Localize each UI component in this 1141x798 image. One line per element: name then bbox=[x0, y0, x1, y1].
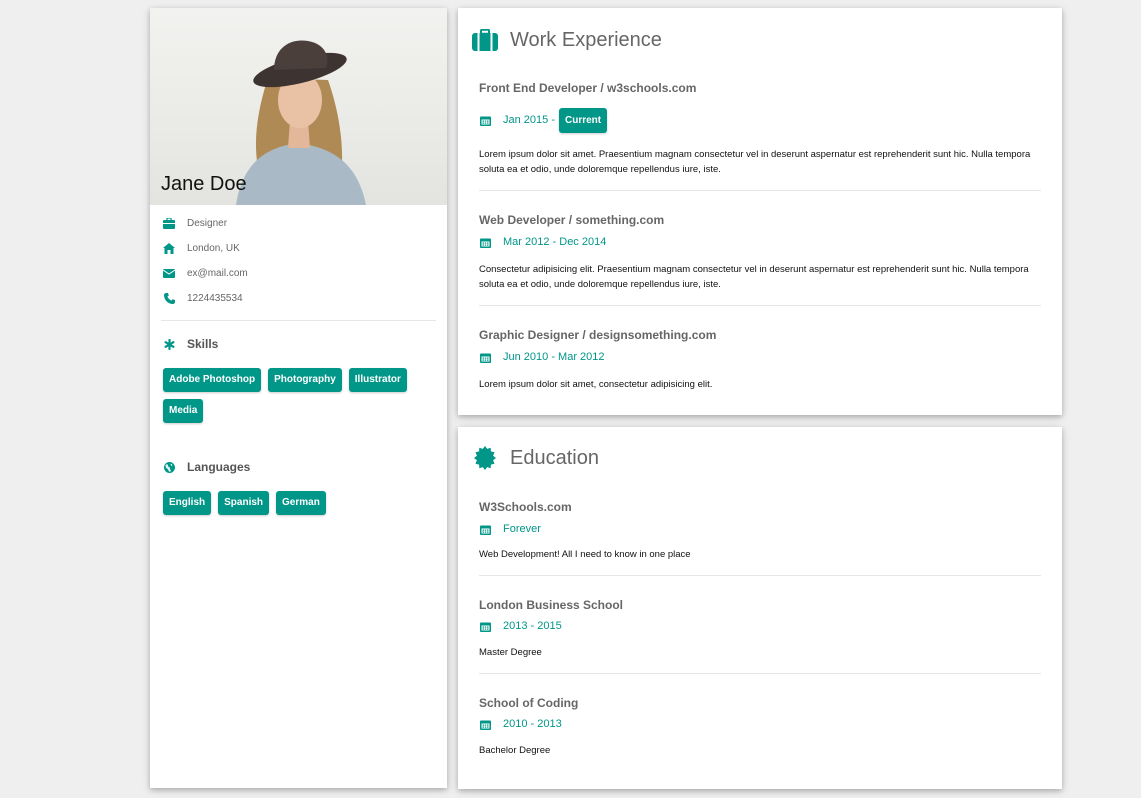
skill-tag: Adobe Photoshop bbox=[163, 368, 262, 392]
work-entry: Web Developer / something.com Mar 2012 -… bbox=[479, 213, 1041, 306]
calendar-icon bbox=[479, 523, 491, 535]
globe-icon bbox=[163, 461, 175, 473]
work-experience-card: Work Experience Front End Developer / w3… bbox=[458, 8, 1062, 415]
entry-divider bbox=[479, 673, 1041, 674]
entry-description: Bachelor Degree bbox=[479, 745, 551, 756]
calendar-icon bbox=[479, 236, 491, 248]
entry-date: Jan 2015 - Current bbox=[479, 107, 1041, 133]
languages-heading: Languages bbox=[150, 458, 447, 476]
info-phone-text: 1224435534 bbox=[187, 293, 243, 304]
entry-title: London Business School bbox=[479, 598, 624, 612]
entry-title: Front End Developer / w3schools.com bbox=[479, 81, 697, 95]
info-email: ex@mail.com bbox=[150, 261, 447, 286]
info-job: Designer bbox=[150, 211, 447, 236]
briefcase-icon bbox=[163, 218, 175, 230]
profile-divider bbox=[161, 320, 436, 321]
entry-date-text: Jan 2015 - bbox=[503, 114, 555, 126]
entry-title: Graphic Designer / designsomething.com bbox=[479, 328, 717, 342]
entry-description: Consectetur adipisicing elit. Praesentiu… bbox=[479, 264, 1029, 290]
education-entry: London Business School 2013 - 2015 Maste… bbox=[479, 598, 1041, 674]
education-title: Education bbox=[510, 446, 599, 469]
profile-name: Jane Doe bbox=[161, 173, 247, 195]
entry-date: Mar 2012 - Dec 2014 bbox=[479, 236, 1041, 248]
profile-photo: Jane Doe bbox=[150, 8, 447, 205]
languages-tags: English Spanish German bbox=[150, 476, 447, 522]
entry-date-text: Mar 2012 - Dec 2014 bbox=[503, 236, 607, 248]
contact-info: Designer London, UK ex@mail.com 12244355… bbox=[150, 205, 447, 311]
home-icon bbox=[163, 243, 175, 255]
education-card: Education W3Schools.com Forever Web Deve… bbox=[458, 427, 1062, 789]
language-tag: German bbox=[276, 491, 326, 515]
calendar-icon bbox=[479, 718, 491, 730]
languages-label: Languages bbox=[187, 460, 251, 474]
education-entry: W3Schools.com Forever Web Development! A… bbox=[479, 500, 1041, 576]
calendar-icon bbox=[479, 114, 491, 126]
skill-tag: Illustrator bbox=[348, 368, 407, 392]
calendar-icon bbox=[479, 620, 491, 632]
education-heading: Education bbox=[471, 444, 599, 472]
skill-tag: Media bbox=[163, 399, 204, 423]
entry-date-text: Jun 2010 - Mar 2012 bbox=[503, 351, 605, 363]
work-title: Work Experience bbox=[510, 28, 662, 51]
education-entry: School of Coding 2010 - 2013 Bachelor De… bbox=[479, 696, 1041, 758]
envelope-icon bbox=[163, 268, 175, 280]
entry-description: Lorem ipsum dolor sit amet, consectetur … bbox=[479, 379, 713, 390]
entry-description: Lorem ipsum dolor sit amet. Praesentium … bbox=[479, 149, 1031, 175]
entry-divider bbox=[479, 305, 1041, 306]
entry-date: 2013 - 2015 bbox=[479, 620, 1041, 632]
calendar-icon bbox=[479, 351, 491, 363]
work-entries: Front End Developer / w3schools.com Jan … bbox=[479, 81, 1041, 392]
certificate-icon bbox=[471, 444, 499, 472]
info-job-text: Designer bbox=[187, 218, 228, 229]
entry-divider bbox=[479, 575, 1041, 576]
skills-label: Skills bbox=[187, 337, 219, 351]
info-location-text: London, UK bbox=[187, 243, 240, 254]
phone-icon bbox=[163, 293, 175, 305]
entry-title: W3Schools.com bbox=[479, 500, 572, 514]
current-badge: Current bbox=[558, 107, 608, 133]
profile-card: Jane Doe Designer London, UK ex@mail.com… bbox=[150, 8, 447, 788]
work-heading: Work Experience bbox=[471, 26, 662, 54]
entry-divider bbox=[479, 190, 1041, 191]
suitcase-icon bbox=[471, 26, 499, 54]
entry-date: 2010 - 2013 bbox=[479, 718, 1041, 730]
skill-tag: Photography bbox=[268, 368, 342, 392]
info-location: London, UK bbox=[150, 236, 447, 261]
entry-date-text: Forever bbox=[503, 523, 541, 535]
info-email-text: ex@mail.com bbox=[187, 268, 248, 279]
skills-tags: Adobe Photoshop Photography Illustrator … bbox=[150, 353, 447, 430]
entry-description: Web Development! All I need to know in o… bbox=[479, 549, 691, 560]
asterisk-icon bbox=[163, 338, 175, 350]
education-entries: W3Schools.com Forever Web Development! A… bbox=[479, 500, 1041, 758]
entry-title: School of Coding bbox=[479, 696, 579, 710]
info-phone: 1224435534 bbox=[150, 286, 447, 311]
language-tag: Spanish bbox=[218, 491, 270, 515]
entry-date: Jun 2010 - Mar 2012 bbox=[479, 351, 1041, 363]
work-entry: Graphic Designer / designsomething.com J… bbox=[479, 328, 1041, 392]
work-entry: Front End Developer / w3schools.com Jan … bbox=[479, 81, 1041, 191]
entry-date-text: 2013 - 2015 bbox=[503, 620, 562, 632]
skills-heading: Skills bbox=[150, 335, 447, 353]
entry-title: Web Developer / something.com bbox=[479, 213, 665, 227]
entry-date-text: 2010 - 2013 bbox=[503, 718, 562, 730]
language-tag: English bbox=[163, 491, 212, 515]
entry-description: Master Degree bbox=[479, 647, 542, 658]
entry-date: Forever bbox=[479, 523, 1041, 535]
